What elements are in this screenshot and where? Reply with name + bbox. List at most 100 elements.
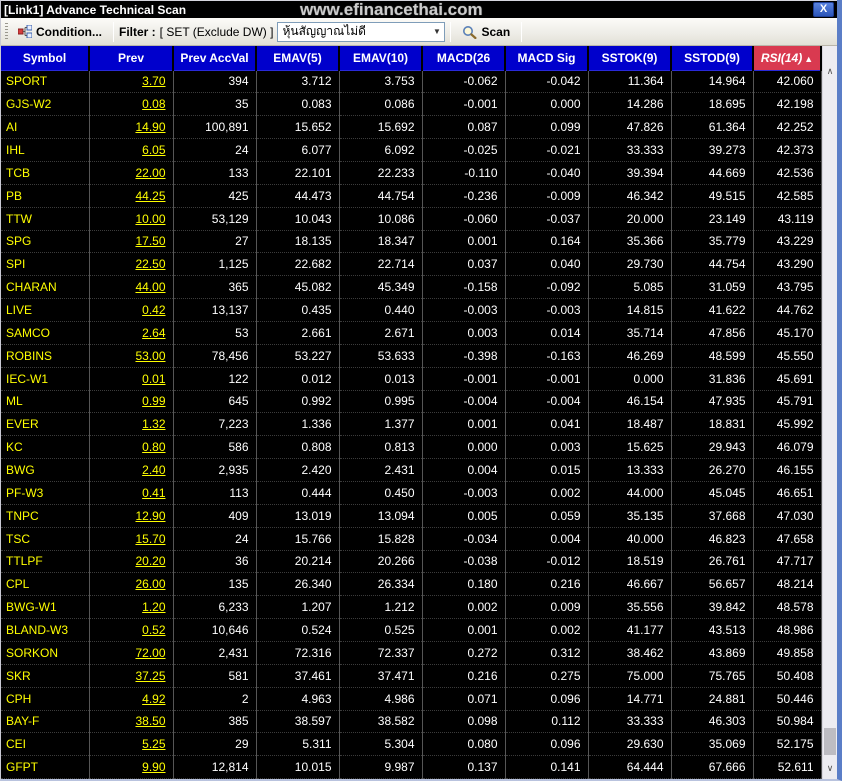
prev-price-link[interactable]: 0.41 — [142, 486, 165, 500]
table-row[interactable]: SPG 17.50 27 18.135 18.347 0.001 0.164 35.366 35… — [1, 230, 822, 254]
scroll-up-button[interactable]: ∧ — [823, 63, 837, 79]
table-row[interactable]: SKR 37.25 581 37.461 37.471 0.216 0.275 75.000 7… — [1, 664, 822, 688]
table-row[interactable]: ML 0.99 645 0.992 0.995 -0.004 -0.004 46.154 47.… — [1, 390, 822, 414]
cell-prev: 0.41 — [89, 481, 174, 505]
signal-filter-dropdown[interactable]: หุ้นสัญญาณไม่ดี ▼ — [277, 21, 446, 42]
close-button[interactable]: X — [813, 2, 834, 17]
column-header-prev_accval[interactable]: Prev AccVal — [173, 46, 257, 71]
prev-price-link[interactable]: 22.50 — [135, 257, 165, 271]
table-row[interactable]: BLAND-W3 0.52 10,646 0.524 0.525 0.001 0.002 41… — [1, 618, 822, 642]
cell-macd_sig: 0.099 — [505, 115, 589, 140]
table-row[interactable]: KC 0.80 586 0.808 0.813 0.000 0.003 15.625 29.94… — [1, 435, 822, 460]
prev-price-link[interactable]: 0.52 — [142, 623, 165, 637]
cell-emav5: 1.336 — [256, 412, 340, 437]
table-row[interactable]: SPORT 3.70 394 3.712 3.753 -0.062 -0.042 11.364… — [1, 70, 822, 94]
column-header-macd_sig[interactable]: MACD Sig — [505, 46, 589, 71]
column-header-emav5[interactable]: EMAV(5) — [256, 46, 340, 71]
prev-price-link[interactable]: 2.40 — [142, 463, 165, 477]
table-row[interactable]: TTLPF 20.20 36 20.214 20.266 -0.038 -0.012 18.5… — [1, 550, 822, 574]
table-row[interactable]: IEC-W1 0.01 122 0.012 0.013 -0.001 -0.001 0.000… — [1, 367, 822, 391]
prev-price-link[interactable]: 37.25 — [135, 669, 165, 683]
prev-price-link[interactable]: 38.50 — [135, 714, 165, 728]
prev-price-link[interactable]: 0.80 — [142, 440, 165, 454]
cell-prev_accval: 29 — [173, 732, 257, 757]
prev-price-link[interactable]: 20.20 — [135, 554, 165, 568]
vertical-scrollbar[interactable]: ∧ ∨ — [822, 46, 837, 779]
prev-price-link[interactable]: 2.64 — [142, 326, 165, 340]
prev-price-link[interactable]: 22.00 — [135, 166, 165, 180]
table-row[interactable]: LIVE 0.42 13,137 0.435 0.440 -0.003 -0.003 14.8… — [1, 298, 822, 322]
prev-price-link[interactable]: 53.00 — [135, 349, 165, 363]
table-row[interactable]: SPI 22.50 1,125 22.682 22.714 0.037 0.040 29.73… — [1, 252, 822, 277]
cell-prev: 1.20 — [89, 595, 174, 620]
table-row[interactable]: AI 14.90 100,891 15.652 15.692 0.087 0.099 47.8… — [1, 115, 822, 140]
table-row[interactable]: CHARAN 44.00 365 45.082 45.349 -0.158 -0.092 5.… — [1, 275, 822, 300]
cell-symbol: CPH — [1, 687, 90, 711]
toolbar-grip-handle[interactable] — [5, 22, 8, 41]
table-row[interactable]: SORKON 72.00 2,431 72.316 72.337 0.272 0.312 38… — [1, 641, 822, 665]
cell-macd26: 0.001 — [422, 412, 506, 437]
table-row[interactable]: BWG 2.40 2,935 2.420 2.431 0.004 0.015 13.333 26… — [1, 458, 822, 482]
table-row[interactable]: GFPT 9.90 12,814 10.015 9.987 0.137 0.141 64.44… — [1, 755, 822, 779]
table-row[interactable]: BWG-W1 1.20 6,233 1.207 1.212 0.002 0.009 35.55… — [1, 595, 822, 620]
cell-symbol: AI — [1, 115, 90, 140]
prev-price-link[interactable]: 14.90 — [135, 120, 165, 134]
table-row[interactable]: CEI 5.25 29 5.311 5.304 0.080 0.096 29.630 35.06… — [1, 732, 822, 757]
prev-price-link[interactable]: 10.00 — [135, 212, 165, 226]
column-header-symbol[interactable]: Symbol — [1, 46, 90, 71]
table-row[interactable]: BAY-F 38.50 385 38.597 38.582 0.098 0.112 33.33… — [1, 710, 822, 734]
column-header-rsi14[interactable]: RSI(14) ▲ — [753, 46, 822, 71]
prev-price-link[interactable]: 5.25 — [142, 737, 165, 751]
prev-price-link[interactable]: 17.50 — [135, 234, 165, 248]
cell-macd_sig: 0.096 — [505, 687, 589, 711]
prev-price-link[interactable]: 0.01 — [142, 372, 165, 386]
prev-price-link[interactable]: 3.70 — [142, 74, 165, 88]
table-row[interactable]: PB 44.25 425 44.473 44.754 -0.236 -0.009 46.342… — [1, 184, 822, 208]
table-row[interactable]: ROBINS 53.00 78,456 53.227 53.633 -0.398 -0.16… — [1, 344, 822, 368]
scan-button[interactable]: Scan — [456, 22, 516, 42]
prev-price-link[interactable]: 6.05 — [142, 143, 165, 157]
column-header-sstod9[interactable]: SSTOD(9) — [671, 46, 754, 71]
prev-price-link[interactable]: 72.00 — [135, 646, 165, 660]
table-row[interactable]: PF-W3 0.41 113 0.444 0.450 -0.003 0.002 44.000 4… — [1, 481, 822, 505]
prev-price-link[interactable]: 0.99 — [142, 394, 165, 408]
cell-emav10: 0.450 — [339, 481, 423, 505]
cell-emav5: 37.461 — [256, 664, 340, 688]
table-row[interactable]: EVER 1.32 7,223 1.336 1.377 0.001 0.041 18.487 1… — [1, 412, 822, 437]
cell-macd26: 0.002 — [422, 595, 506, 620]
cell-symbol: BAY-F — [1, 710, 90, 734]
cell-rsi14: 43.795 — [753, 275, 822, 300]
prev-price-link[interactable]: 1.32 — [142, 417, 165, 431]
table-row[interactable]: IHL 6.05 24 6.077 6.092 -0.025 -0.021 33.333 39.… — [1, 138, 822, 162]
prev-price-link[interactable]: 15.70 — [135, 532, 165, 546]
table-row[interactable]: TTW 10.00 53,129 10.043 10.086 -0.060 -0.037 20… — [1, 207, 822, 231]
column-header-macd26[interactable]: MACD(26 — [422, 46, 506, 71]
table-row[interactable]: CPH 4.92 2 4.963 4.986 0.071 0.096 14.771 24.881… — [1, 687, 822, 711]
prev-price-link[interactable]: 0.42 — [142, 303, 165, 317]
prev-price-link[interactable]: 0.08 — [142, 97, 165, 111]
table-row[interactable]: GJS-W2 0.08 35 0.083 0.086 -0.001 0.000 14.286 1… — [1, 92, 822, 117]
cell-emav5: 5.311 — [256, 732, 340, 757]
prev-price-link[interactable]: 9.90 — [142, 760, 165, 774]
cell-prev_accval: 36 — [173, 550, 257, 574]
cell-emav10: 1.377 — [339, 412, 423, 437]
prev-price-link[interactable]: 4.92 — [142, 692, 165, 706]
table-row[interactable]: SAMCO 2.64 53 2.661 2.671 0.003 0.014 35.714 47.… — [1, 321, 822, 345]
condition-button[interactable]: Condition... — [12, 22, 108, 42]
prev-price-link[interactable]: 12.90 — [135, 509, 165, 523]
prev-price-link[interactable]: 1.20 — [142, 600, 165, 614]
table-row[interactable]: TSC 15.70 24 15.766 15.828 -0.034 0.004 40.000 4… — [1, 527, 822, 551]
table-row[interactable]: TCB 22.00 133 22.101 22.233 -0.110 -0.040 39.39… — [1, 161, 822, 185]
column-header-prev[interactable]: Prev — [89, 46, 174, 71]
prev-price-link[interactable]: 44.25 — [135, 189, 165, 203]
column-header-emav10[interactable]: EMAV(10) — [339, 46, 423, 71]
table-row[interactable]: TNPC 12.90 409 13.019 13.094 0.005 0.059 35.135… — [1, 504, 822, 528]
table-row[interactable]: CPL 26.00 135 26.340 26.334 0.180 0.216 46.667 5… — [1, 572, 822, 597]
prev-price-link[interactable]: 26.00 — [135, 577, 165, 591]
chevron-down-icon[interactable]: ▼ — [429, 27, 444, 36]
cell-macd_sig: -0.092 — [505, 275, 589, 300]
column-header-sstok9[interactable]: SSTOK(9) — [588, 46, 672, 71]
scroll-down-button[interactable]: ∨ — [823, 760, 837, 776]
scrollbar-thumb[interactable] — [824, 728, 836, 755]
prev-price-link[interactable]: 44.00 — [135, 280, 165, 294]
